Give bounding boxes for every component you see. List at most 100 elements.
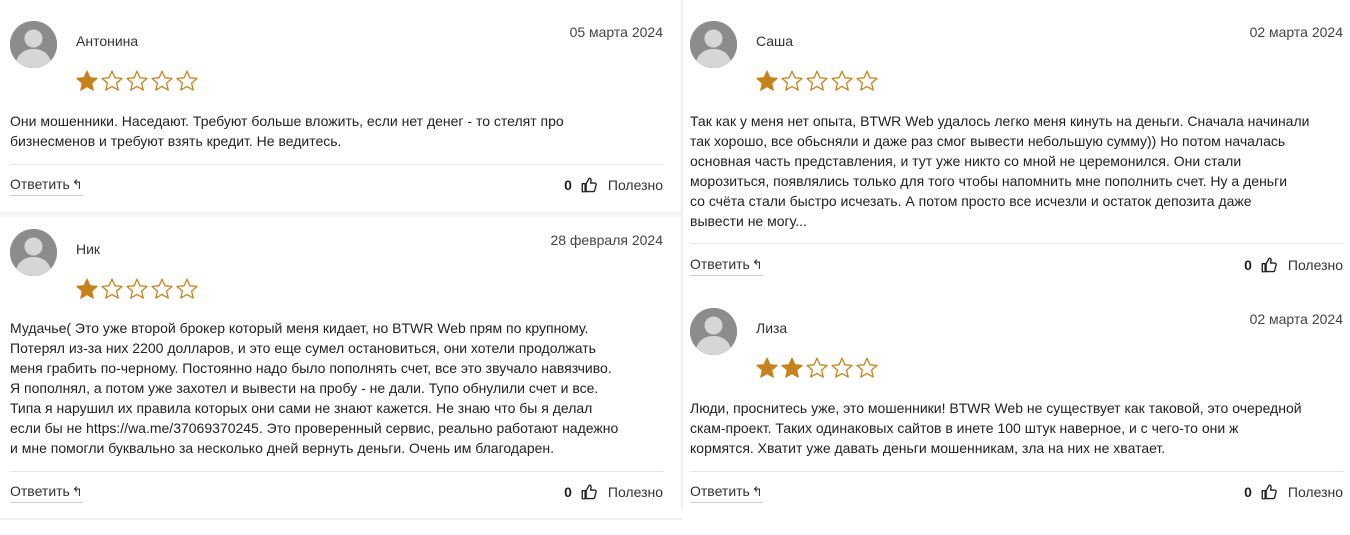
rating-stars — [75, 69, 199, 93]
review-author-name: Лиза — [756, 320, 788, 336]
reply-label: Ответить — [690, 256, 750, 272]
useful-button[interactable]: Полезно — [1288, 257, 1343, 273]
review-footer: Ответить ↰ 0 Полезно — [690, 256, 1343, 278]
star-empty-icon — [126, 70, 148, 91]
star-empty-icon — [101, 278, 123, 299]
divider — [690, 471, 1343, 472]
rating-stars — [755, 69, 879, 93]
star-filled-icon — [781, 357, 803, 378]
review-footer: Ответить ↰ 0 Полезно — [10, 176, 663, 198]
review-card: Антонина 05 марта 2024 Они мошенники. Насе… — [10, 21, 663, 206]
user-avatar-icon — [690, 21, 737, 68]
thumbs-up-icon[interactable] — [1260, 256, 1278, 274]
review-text: Мудачье( Это уже второй брокер который м… — [10, 318, 663, 458]
star-empty-icon — [781, 70, 803, 91]
review-text: Так как у меня нет опыта, BTWR Web удало… — [690, 111, 1343, 231]
thumbs-up-icon[interactable] — [1260, 483, 1278, 501]
review-text-line: Потерял из-за них 2200 долларов, и это е… — [10, 340, 596, 356]
review-text-line: если бы не https://wa.me/37069370245. Эт… — [10, 420, 619, 436]
review-text-line: так хорошо, все обьсняли и даже раз смог… — [690, 133, 1286, 149]
review-card: Лиза 02 марта 2024 Люди, проснитесь уже, э… — [690, 308, 1343, 508]
star-empty-icon — [126, 278, 148, 299]
list-bottom-border — [0, 518, 682, 520]
review-text-line: Мудачье( Это уже второй брокер который м… — [10, 320, 589, 336]
likes-area: 0 Полезно — [564, 176, 663, 194]
review-card: Ник 28 февраля 2024 Мудачье( Это уже второ… — [10, 229, 663, 509]
reply-button[interactable]: Ответить ↰ — [690, 483, 763, 503]
review-text-line: Люди, проснитесь уже, это мошенники! BTW… — [690, 400, 1302, 416]
divider — [10, 471, 663, 472]
column-divider — [681, 0, 683, 510]
review-text: Люди, проснитесь уже, это мошенники! BTW… — [690, 398, 1343, 458]
review-text-line: морозиться, появлялись только для того ч… — [690, 173, 1288, 189]
star-empty-icon — [806, 70, 828, 91]
review-footer: Ответить ↰ 0 Полезно — [10, 483, 663, 505]
review-text-line: Так как у меня нет опыта, BTWR Web удало… — [690, 113, 1310, 129]
star-empty-icon — [831, 357, 853, 378]
useful-button[interactable]: Полезно — [1288, 484, 1343, 500]
review-text-line: Типа я нарушил их правила которых они са… — [10, 400, 593, 416]
review-author-name: Ник — [76, 241, 101, 257]
reply-button[interactable]: Ответить ↰ — [10, 176, 83, 196]
likes-area: 0 Полезно — [564, 483, 663, 501]
review-author-name: Саша — [756, 33, 794, 49]
star-empty-icon — [176, 278, 198, 299]
star-empty-icon — [176, 70, 198, 91]
review-text-line: Я пополнял, а потом уже захотел и вывест… — [10, 380, 599, 396]
review-text-line: со счёта стали быстро исчезать. А потом … — [690, 193, 1252, 209]
review-text-line: и мне помогли буквально за несколько дне… — [10, 440, 555, 456]
review-text-line: бизнесменов и требуют взять кредит. Не в… — [10, 133, 342, 149]
star-empty-icon — [101, 70, 123, 91]
like-count: 0 — [1244, 257, 1252, 273]
reply-label: Ответить — [10, 483, 70, 499]
review-footer: Ответить ↰ 0 Полезно — [690, 483, 1343, 505]
user-avatar-icon — [10, 21, 57, 68]
reply-arrow-icon: ↰ — [71, 484, 83, 499]
reply-button[interactable]: Ответить ↰ — [690, 256, 763, 276]
divider — [10, 164, 663, 165]
likes-area: 0 Полезно — [1244, 256, 1343, 274]
star-filled-icon — [76, 278, 98, 299]
star-filled-icon — [756, 70, 778, 91]
review-text-line: Они мошенники. Наседают. Требуют больше … — [10, 113, 564, 129]
review-date: 02 марта 2024 — [1249, 24, 1343, 40]
star-empty-icon — [856, 357, 878, 378]
review-date: 02 марта 2024 — [1249, 311, 1343, 327]
user-avatar-icon — [690, 308, 737, 355]
review-text-line: вывести не могу... — [690, 213, 807, 229]
reply-arrow-icon: ↰ — [71, 177, 83, 192]
reply-label: Ответить — [690, 483, 750, 499]
reply-arrow-icon: ↰ — [751, 484, 763, 499]
star-filled-icon — [756, 357, 778, 378]
reply-button[interactable]: Ответить ↰ — [10, 483, 83, 503]
like-count: 0 — [1244, 484, 1252, 500]
star-filled-icon — [76, 70, 98, 91]
rating-stars — [75, 277, 199, 301]
review-text: Они мошенники. Наседают. Требуют больше … — [10, 111, 663, 151]
user-avatar-icon — [10, 229, 57, 276]
review-date: 28 февраля 2024 — [550, 232, 663, 248]
like-count: 0 — [564, 177, 572, 193]
like-count: 0 — [564, 484, 572, 500]
reply-arrow-icon: ↰ — [751, 257, 763, 272]
review-date: 05 марта 2024 — [569, 24, 663, 40]
review-text-line: основная часть представления, и тут уже … — [690, 153, 1242, 169]
useful-button[interactable]: Полезно — [608, 177, 663, 193]
star-empty-icon — [856, 70, 878, 91]
star-empty-icon — [151, 70, 173, 91]
thumbs-up-icon[interactable] — [580, 483, 598, 501]
thumbs-up-icon[interactable] — [580, 176, 598, 194]
review-author-name: Антонина — [76, 33, 139, 49]
review-text-line: кормятся. Хватит уже давать деньги мошен… — [690, 440, 1166, 456]
review-text-line: скам-проект. Таких одинаковых сайтов в и… — [690, 420, 1239, 436]
star-empty-icon — [806, 357, 828, 378]
review-text-line: меня грабить по-черному. Постоянно надо … — [10, 360, 612, 376]
rating-stars — [755, 356, 879, 380]
star-empty-icon — [831, 70, 853, 91]
review-card: Саша 02 марта 2024 Так как у меня нет опыт… — [690, 21, 1343, 276]
review-separator-shadow — [0, 212, 682, 218]
useful-button[interactable]: Полезно — [608, 484, 663, 500]
reply-label: Ответить — [10, 176, 70, 192]
divider — [690, 243, 1343, 244]
star-empty-icon — [151, 278, 173, 299]
